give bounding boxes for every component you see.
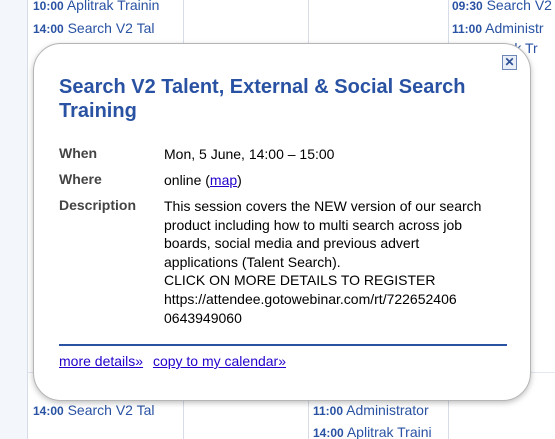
event-title: Administrator	[346, 402, 429, 418]
where-suffix: )	[237, 172, 242, 188]
calendar-event[interactable]: 11:00 Administr	[452, 19, 555, 38]
more-details-link[interactable]: more details»	[59, 353, 143, 369]
event-time: 14:00	[33, 22, 64, 36]
event-title: Aplitrak Traini	[346, 424, 432, 439]
calendar-event[interactable]: 11:00 Administrator	[313, 401, 448, 420]
popup-footer-links: more details» copy to my calendar»	[59, 353, 292, 369]
description-line: CLICK ON MORE DETAILS TO REGISTER	[164, 272, 436, 289]
event-time: 11:00	[452, 22, 483, 36]
event-time: 09:30	[452, 0, 483, 13]
when-value: Mon, 5 June, 14:00 – 15:00	[164, 146, 335, 162]
event-title: Administr	[485, 20, 544, 36]
event-title-heading: Search V2 Talent, External & Social Sear…	[59, 76, 466, 122]
description-line: boards, social media and previous advert	[164, 235, 420, 252]
divider	[59, 344, 507, 346]
map-link[interactable]: map	[210, 172, 237, 188]
description-label: Description	[59, 197, 137, 213]
description-line: 0643949060	[164, 309, 242, 326]
copy-to-calendar-link[interactable]: copy to my calendar»	[153, 353, 286, 369]
description-line: product including how to multi search ac…	[164, 216, 463, 233]
where-text: online (	[164, 172, 210, 188]
event-time: 14:00	[33, 404, 64, 418]
calendar-event[interactable]: 10:00 Aplitrak Trainin	[33, 0, 183, 15]
event-time: 11:00	[313, 404, 344, 418]
event-title: Search V2 Tal	[67, 402, 155, 418]
description-line: This session covers the NEW version of o…	[164, 198, 482, 214]
description-line: https://attendee.gotowebinar.com/rt/7226…	[164, 290, 457, 307]
when-label: When	[59, 145, 98, 161]
close-icon[interactable]: ✕	[502, 55, 517, 70]
description-line: applications (Talent Search).	[164, 253, 341, 270]
description-value: This session covers the NEW version of o…	[164, 197, 509, 327]
event-time: 10:00	[33, 0, 64, 13]
event-details-popup: ✕ Search V2 Talent, External & Social Se…	[33, 43, 531, 401]
calendar-event[interactable]: 09:30 Search V2	[452, 0, 555, 15]
where-value: online (map)	[164, 171, 509, 190]
calendar-event[interactable]: 14:00 Aplitrak Traini	[313, 423, 448, 439]
calendar-left-gutter	[0, 0, 28, 439]
event-time: 14:00	[313, 426, 344, 439]
where-label: Where	[59, 171, 102, 187]
event-title: Aplitrak Trainin	[66, 0, 160, 13]
calendar-event[interactable]: 14:00 Search V2 Tal	[33, 19, 183, 38]
event-title: Search V2 Tal	[67, 20, 155, 36]
calendar-event[interactable]: 14:00 Search V2 Tal	[33, 401, 183, 420]
event-title: Search V2	[486, 0, 552, 13]
